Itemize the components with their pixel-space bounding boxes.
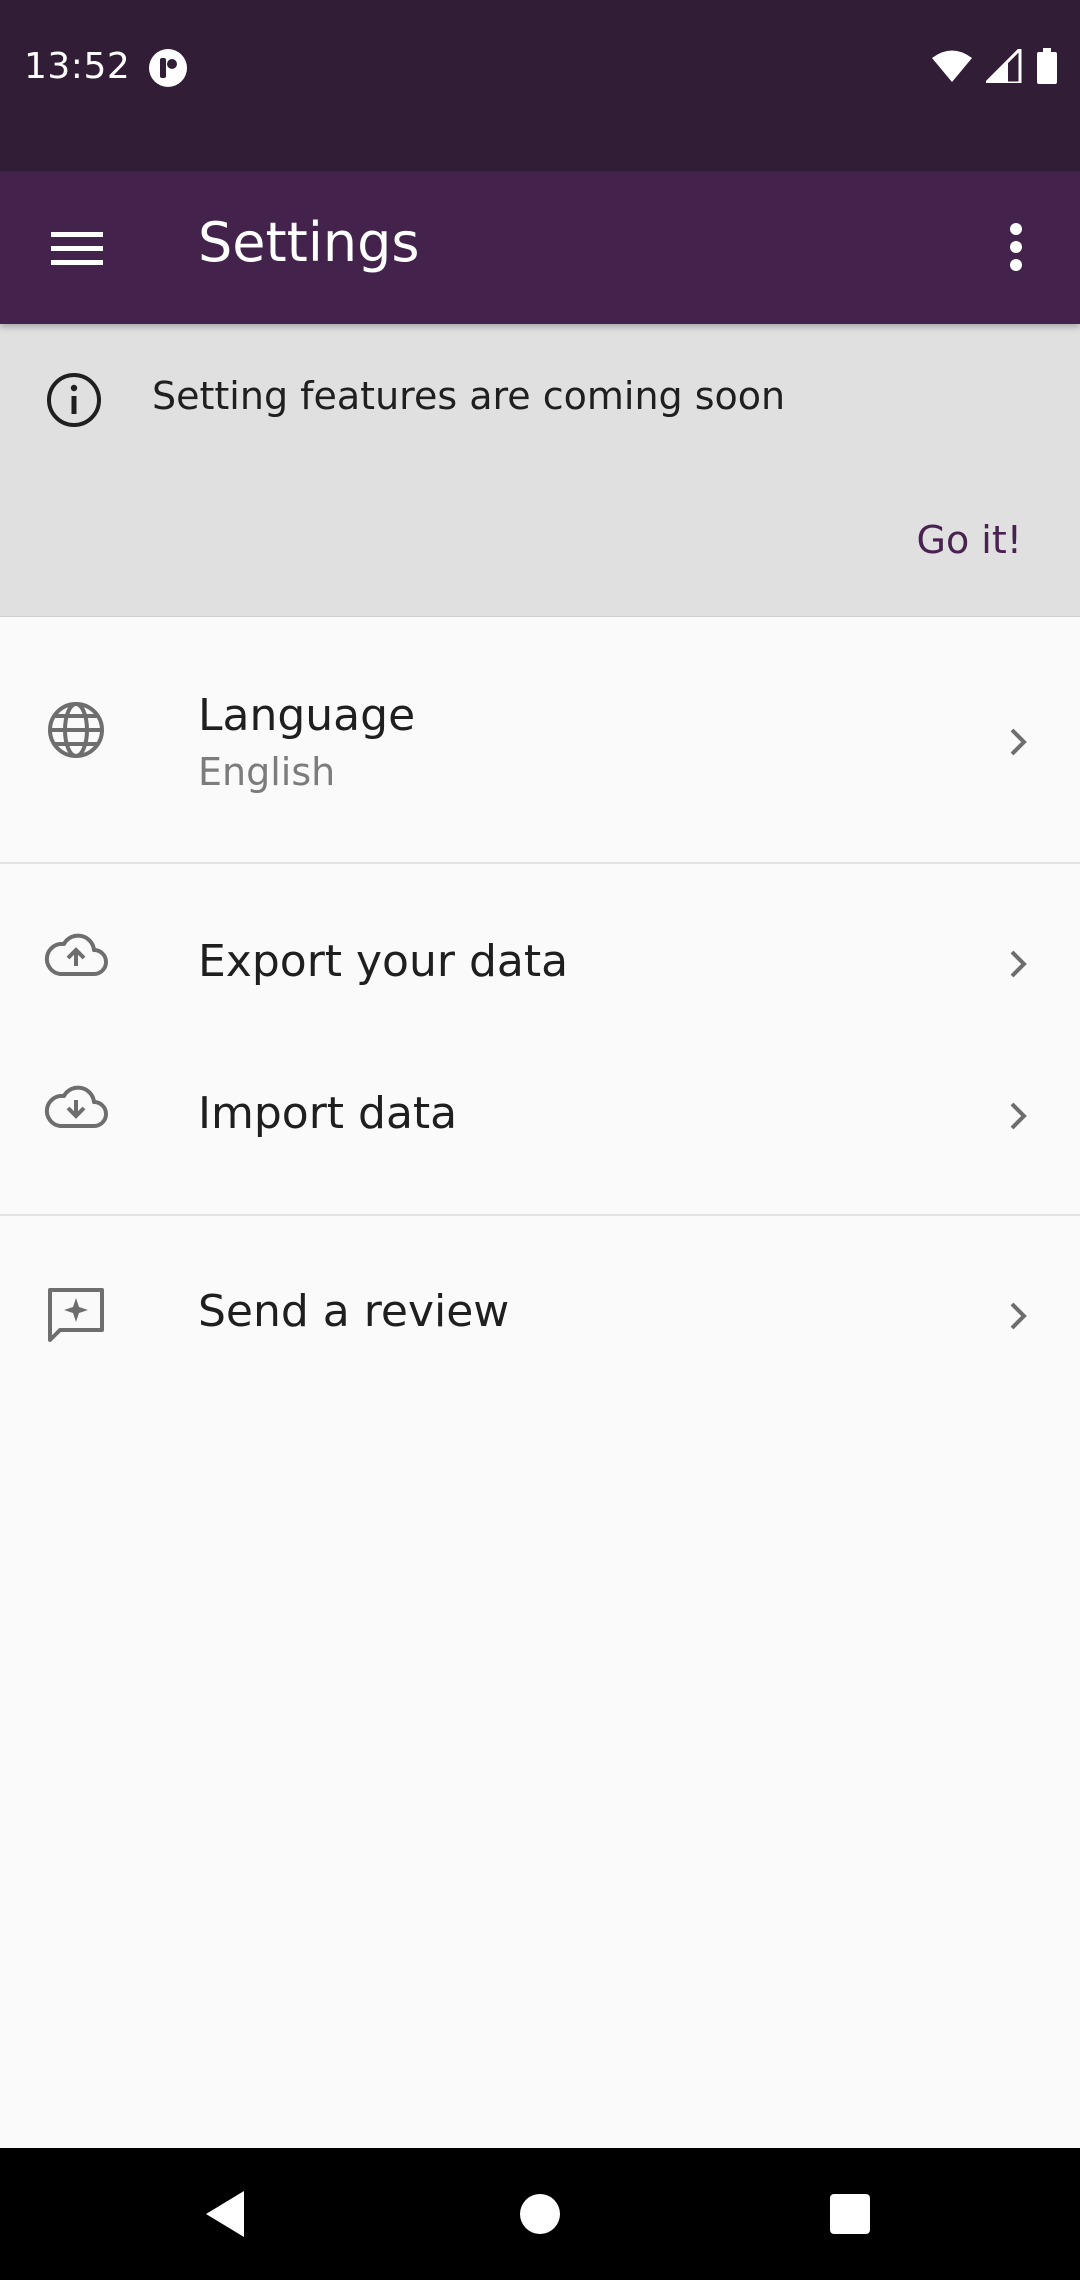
settings-item-review[interactable]: Send a review — [0, 1230, 1080, 1400]
review-icon — [40, 1280, 112, 1352]
info-banner — [0, 324, 1080, 617]
system-nav-bar — [0, 2148, 1080, 2280]
settings-item-title: Language — [198, 690, 416, 741]
settings-item-value: English — [198, 750, 336, 794]
divider — [0, 1214, 1080, 1216]
settings-item-title: Export your data — [198, 936, 569, 987]
chevron-right-icon — [996, 942, 1040, 986]
status-time: 13:52 — [24, 46, 131, 87]
divider — [0, 862, 1080, 864]
status-bar: 13:52 — [0, 0, 1080, 171]
page-title: Settings — [198, 211, 420, 274]
cloud-download-icon — [40, 1070, 112, 1142]
banner-dismiss-button[interactable]: Go it! — [917, 518, 1022, 562]
back-icon[interactable] — [196, 2184, 256, 2244]
menu-icon[interactable] — [44, 215, 110, 281]
battery-icon — [1036, 48, 1058, 88]
globe-icon — [40, 694, 112, 766]
wifi-icon — [932, 49, 972, 87]
status-indicators — [932, 45, 1058, 88]
banner-message: Setting features are coming soon — [152, 374, 786, 418]
signal-icon — [982, 45, 1022, 87]
app-status-icon — [148, 48, 188, 88]
recents-icon[interactable] — [820, 2184, 880, 2244]
home-icon[interactable] — [510, 2184, 570, 2244]
app-bar: Settings — [0, 171, 1080, 324]
info-icon — [44, 370, 104, 430]
chevron-right-icon — [996, 1094, 1040, 1138]
settings-item-title: Import data — [198, 1088, 458, 1139]
more-vert-icon[interactable] — [986, 211, 1046, 283]
settings-item-title: Send a review — [198, 1286, 510, 1337]
settings-item-import[interactable]: Import data — [0, 1030, 1080, 1180]
chevron-right-icon — [996, 720, 1040, 764]
chevron-right-icon — [996, 1294, 1040, 1338]
cloud-upload-icon — [40, 918, 112, 990]
settings-item-language[interactable]: Language English — [0, 618, 1080, 862]
settings-item-export[interactable]: Export your data — [0, 878, 1080, 1028]
